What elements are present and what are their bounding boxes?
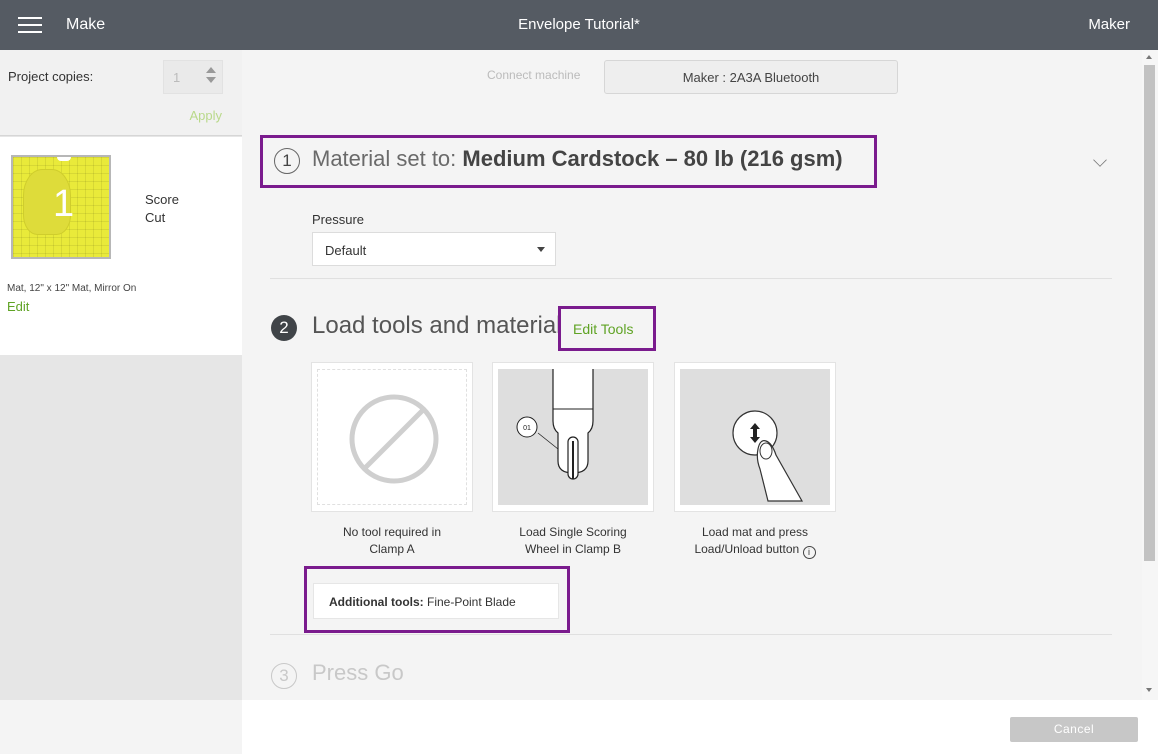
stepper-arrows-icon[interactable] — [206, 67, 216, 87]
project-copies-value: 1 — [173, 70, 181, 85]
pressure-select[interactable]: Default — [312, 232, 556, 266]
press-go-heading: Press Go — [312, 660, 404, 685]
caption-line: Load mat and press — [701, 525, 809, 539]
mat-thumbnail[interactable]: 1 — [11, 155, 111, 259]
load-unload-button-icon — [732, 410, 804, 502]
caption-text: Load/Unload button — [694, 542, 800, 556]
pressure-value: Default — [325, 243, 367, 258]
scoring-wheel-icon: 01 — [516, 369, 594, 480]
card-image — [317, 369, 467, 505]
clamp-a-caption: No tool required in Clamp A — [311, 524, 473, 558]
caption-line: No tool required in — [342, 525, 442, 539]
step-1-number: 1 — [274, 148, 300, 174]
main-panel: Connect machine Maker : 2A3A Bluetooth 1… — [242, 50, 1142, 700]
load-mat-caption: Load mat and press Load/Unload button i — [674, 524, 836, 559]
scroll-down-icon[interactable] — [1146, 688, 1152, 692]
card-image — [680, 369, 830, 505]
mat-info: Mat, 12" x 12" Mat, Mirror On — [7, 283, 137, 294]
footer-left — [0, 700, 242, 754]
clamp-b-card: 01 — [492, 362, 654, 512]
caption-line: Clamp A — [369, 542, 415, 556]
caption-line: Load/Unload button i — [674, 541, 836, 559]
connected-device-button[interactable]: Maker : 2A3A Bluetooth — [604, 60, 898, 94]
load-mat-card — [674, 362, 836, 512]
material-name[interactable]: Medium Cardstock – 80 lb (216 gsm) — [462, 146, 842, 171]
operation-score: Score — [145, 192, 179, 207]
load-tools-heading: Load tools and material — [312, 312, 562, 339]
mat-tab — [57, 157, 71, 161]
chevron-down-icon[interactable] — [1093, 153, 1107, 167]
no-tool-icon — [349, 394, 439, 484]
material-prefix: Material set to: — [312, 146, 463, 171]
step-2-number: 2 — [271, 315, 297, 341]
additional-tools-value: Fine-Point Blade — [423, 595, 516, 609]
material-heading: Material set to: Medium Cardstock – 80 l… — [312, 146, 843, 172]
clamp-b-caption: Load Single Scoring Wheel in Clamp B — [492, 524, 654, 558]
divider — [270, 278, 1112, 279]
divider — [270, 634, 1112, 635]
machine-name[interactable]: Maker — [1088, 16, 1130, 33]
operation-cut: Cut — [145, 210, 166, 225]
edit-tools-button[interactable]: Edit Tools — [573, 321, 633, 337]
card-image: 01 — [498, 369, 648, 505]
top-bar: Make Envelope Tutorial* Maker — [0, 0, 1158, 50]
step-3-number: 3 — [271, 663, 297, 689]
mat-edit-link[interactable]: Edit — [7, 299, 29, 314]
sidebar: Project copies: 1 Apply 1 Score Cut Mat,… — [0, 50, 242, 700]
footer: Cancel — [242, 700, 1158, 754]
additional-tools-label: Additional tools: — [329, 595, 424, 609]
project-copies-stepper[interactable]: 1 — [163, 60, 223, 94]
caption-line: Wheel in Clamp B — [524, 542, 622, 556]
project-copies-panel: Project copies: 1 Apply — [0, 50, 242, 136]
caret-down-icon — [537, 247, 545, 252]
caption-line: Load Single Scoring — [519, 525, 627, 539]
mat-number: 1 — [53, 183, 75, 225]
tool-badge: 01 — [523, 425, 531, 432]
pressure-label: Pressure — [312, 212, 365, 227]
mat-preview-panel[interactable]: 1 Score Cut Mat, 12" x 12" Mat, Mirror O… — [0, 137, 242, 355]
project-copies-label: Project copies: — [8, 69, 94, 84]
scroll-thumb[interactable] — [1144, 65, 1155, 561]
additional-tools-panel: Additional tools: Fine-Point Blade — [313, 583, 559, 619]
document-title: Envelope Tutorial* — [518, 16, 640, 33]
connect-machine-label: Connect machine — [487, 68, 581, 82]
cancel-button[interactable]: Cancel — [1010, 717, 1138, 742]
info-icon[interactable]: i — [802, 546, 816, 559]
vertical-scrollbar[interactable] — [1142, 50, 1158, 700]
scroll-up-icon[interactable] — [1146, 55, 1152, 59]
apply-button[interactable]: Apply — [189, 108, 222, 123]
clamp-a-card — [311, 362, 473, 512]
